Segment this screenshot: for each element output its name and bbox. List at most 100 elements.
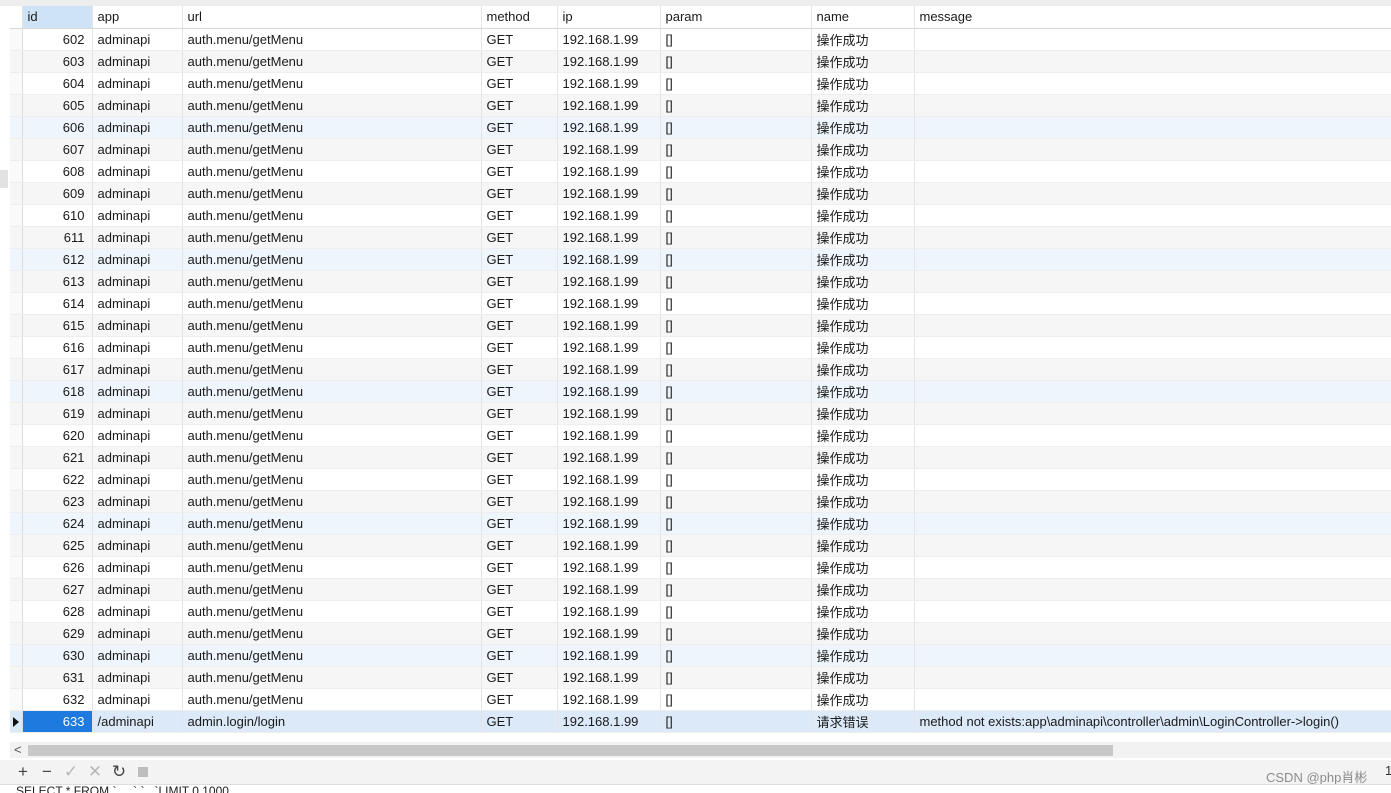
cell-name[interactable]: 操作成功: [811, 28, 915, 51]
cell-app[interactable]: adminapi: [92, 534, 183, 557]
cell-ip[interactable]: 192.168.1.99: [557, 314, 661, 337]
horizontal-scrollbar[interactable]: <: [10, 742, 1391, 758]
table-row[interactable]: 608 adminapi auth.menu/getMenu GET 192.168.1…: [10, 160, 1391, 183]
cell-ip[interactable]: 192.168.1.99: [557, 446, 661, 469]
cell-param[interactable]: []: [660, 402, 812, 425]
cell-ip[interactable]: 192.168.1.99: [557, 380, 661, 403]
cell-message[interactable]: [914, 468, 1391, 491]
cell-ip[interactable]: 192.168.1.99: [557, 578, 661, 601]
cell-app[interactable]: adminapi: [92, 160, 183, 183]
table-row[interactable]: 624 adminapi auth.menu/getMenu GET 192.168.1…: [10, 512, 1391, 535]
table-row[interactable]: 612 adminapi auth.menu/getMenu GET 192.168.1…: [10, 248, 1391, 271]
row-indicator[interactable]: [10, 578, 23, 601]
cell-id[interactable]: 615: [22, 314, 93, 337]
row-indicator[interactable]: [10, 556, 23, 579]
cell-method[interactable]: GET: [481, 402, 558, 425]
cell-method[interactable]: GET: [481, 600, 558, 623]
cell-name[interactable]: 操作成功: [811, 556, 915, 579]
cell-param[interactable]: []: [660, 622, 812, 645]
row-indicator[interactable]: [10, 446, 23, 469]
row-indicator[interactable]: [10, 138, 23, 161]
cell-name[interactable]: 操作成功: [811, 182, 915, 205]
row-indicator[interactable]: [10, 424, 23, 447]
cell-ip[interactable]: 192.168.1.99: [557, 556, 661, 579]
row-indicator[interactable]: [10, 270, 23, 293]
table-row[interactable]: 609 adminapi auth.menu/getMenu GET 192.168.1…: [10, 182, 1391, 205]
cell-app[interactable]: adminapi: [92, 600, 183, 623]
table-row[interactable]: 632 adminapi auth.menu/getMenu GET 192.168.1…: [10, 688, 1391, 711]
cell-ip[interactable]: 192.168.1.99: [557, 50, 661, 73]
cell-name[interactable]: 操作成功: [811, 402, 915, 425]
cell-param[interactable]: []: [660, 204, 812, 227]
cell-message[interactable]: [914, 534, 1391, 557]
cell-message[interactable]: [914, 72, 1391, 95]
cell-param[interactable]: []: [660, 336, 812, 359]
cell-method[interactable]: GET: [481, 94, 558, 117]
cell-method[interactable]: GET: [481, 380, 558, 403]
cell-ip[interactable]: 192.168.1.99: [557, 204, 661, 227]
cell-message[interactable]: [914, 490, 1391, 513]
scroll-left-arrow[interactable]: <: [14, 742, 22, 758]
cell-id[interactable]: 602: [22, 28, 93, 51]
column-header-method[interactable]: method: [481, 6, 558, 29]
cell-ip[interactable]: 192.168.1.99: [557, 226, 661, 249]
column-header-id[interactable]: id: [22, 6, 93, 29]
row-indicator[interactable]: [10, 600, 23, 623]
cell-url[interactable]: auth.menu/getMenu: [182, 116, 482, 139]
cell-method[interactable]: GET: [481, 622, 558, 645]
cell-url[interactable]: auth.menu/getMenu: [182, 622, 482, 645]
cell-app[interactable]: adminapi: [92, 182, 183, 205]
cell-name[interactable]: 操作成功: [811, 666, 915, 689]
cell-param[interactable]: []: [660, 424, 812, 447]
row-indicator[interactable]: [10, 50, 23, 73]
cell-ip[interactable]: 192.168.1.99: [557, 248, 661, 271]
scroll-thumb[interactable]: [28, 745, 1113, 756]
cell-message[interactable]: [914, 182, 1391, 205]
row-indicator[interactable]: [10, 688, 23, 711]
cell-param[interactable]: []: [660, 50, 812, 73]
cell-param[interactable]: []: [660, 28, 812, 51]
cell-method[interactable]: GET: [481, 270, 558, 293]
cell-url[interactable]: auth.menu/getMenu: [182, 138, 482, 161]
cell-url[interactable]: auth.menu/getMenu: [182, 578, 482, 601]
cell-id[interactable]: 614: [22, 292, 93, 315]
cell-url[interactable]: auth.menu/getMenu: [182, 512, 482, 535]
cell-ip[interactable]: 192.168.1.99: [557, 644, 661, 667]
cell-method[interactable]: GET: [481, 336, 558, 359]
cell-name[interactable]: 操作成功: [811, 138, 915, 161]
cell-ip[interactable]: 192.168.1.99: [557, 666, 661, 689]
cell-url[interactable]: auth.menu/getMenu: [182, 270, 482, 293]
row-indicator[interactable]: [10, 314, 23, 337]
cell-url[interactable]: auth.menu/getMenu: [182, 226, 482, 249]
row-indicator[interactable]: [10, 94, 23, 117]
cell-app[interactable]: adminapi: [92, 644, 183, 667]
cell-name[interactable]: 操作成功: [811, 380, 915, 403]
row-indicator[interactable]: [10, 710, 23, 733]
cell-app[interactable]: adminapi: [92, 666, 183, 689]
cell-message[interactable]: [914, 644, 1391, 667]
cell-ip[interactable]: 192.168.1.99: [557, 116, 661, 139]
cell-method[interactable]: GET: [481, 226, 558, 249]
cell-url[interactable]: auth.menu/getMenu: [182, 644, 482, 667]
cell-message[interactable]: [914, 358, 1391, 381]
cell-message[interactable]: [914, 270, 1391, 293]
check-icon[interactable]: ✓: [61, 762, 81, 782]
cell-app[interactable]: adminapi: [92, 336, 183, 359]
cell-app[interactable]: adminapi: [92, 72, 183, 95]
cell-app[interactable]: adminapi: [92, 248, 183, 271]
cell-message[interactable]: [914, 600, 1391, 623]
cell-app[interactable]: adminapi: [92, 688, 183, 711]
refresh-icon[interactable]: ↻: [109, 762, 129, 782]
row-indicator[interactable]: [10, 666, 23, 689]
cell-param[interactable]: []: [660, 600, 812, 623]
cell-id[interactable]: 618: [22, 380, 93, 403]
cell-name[interactable]: 操作成功: [811, 512, 915, 535]
cell-param[interactable]: []: [660, 666, 812, 689]
cell-id[interactable]: 622: [22, 468, 93, 491]
cell-app[interactable]: adminapi: [92, 138, 183, 161]
cell-app[interactable]: adminapi: [92, 358, 183, 381]
plus-icon[interactable]: +: [13, 762, 33, 782]
cell-id[interactable]: 630: [22, 644, 93, 667]
cell-id[interactable]: 627: [22, 578, 93, 601]
cell-name[interactable]: 操作成功: [811, 94, 915, 117]
